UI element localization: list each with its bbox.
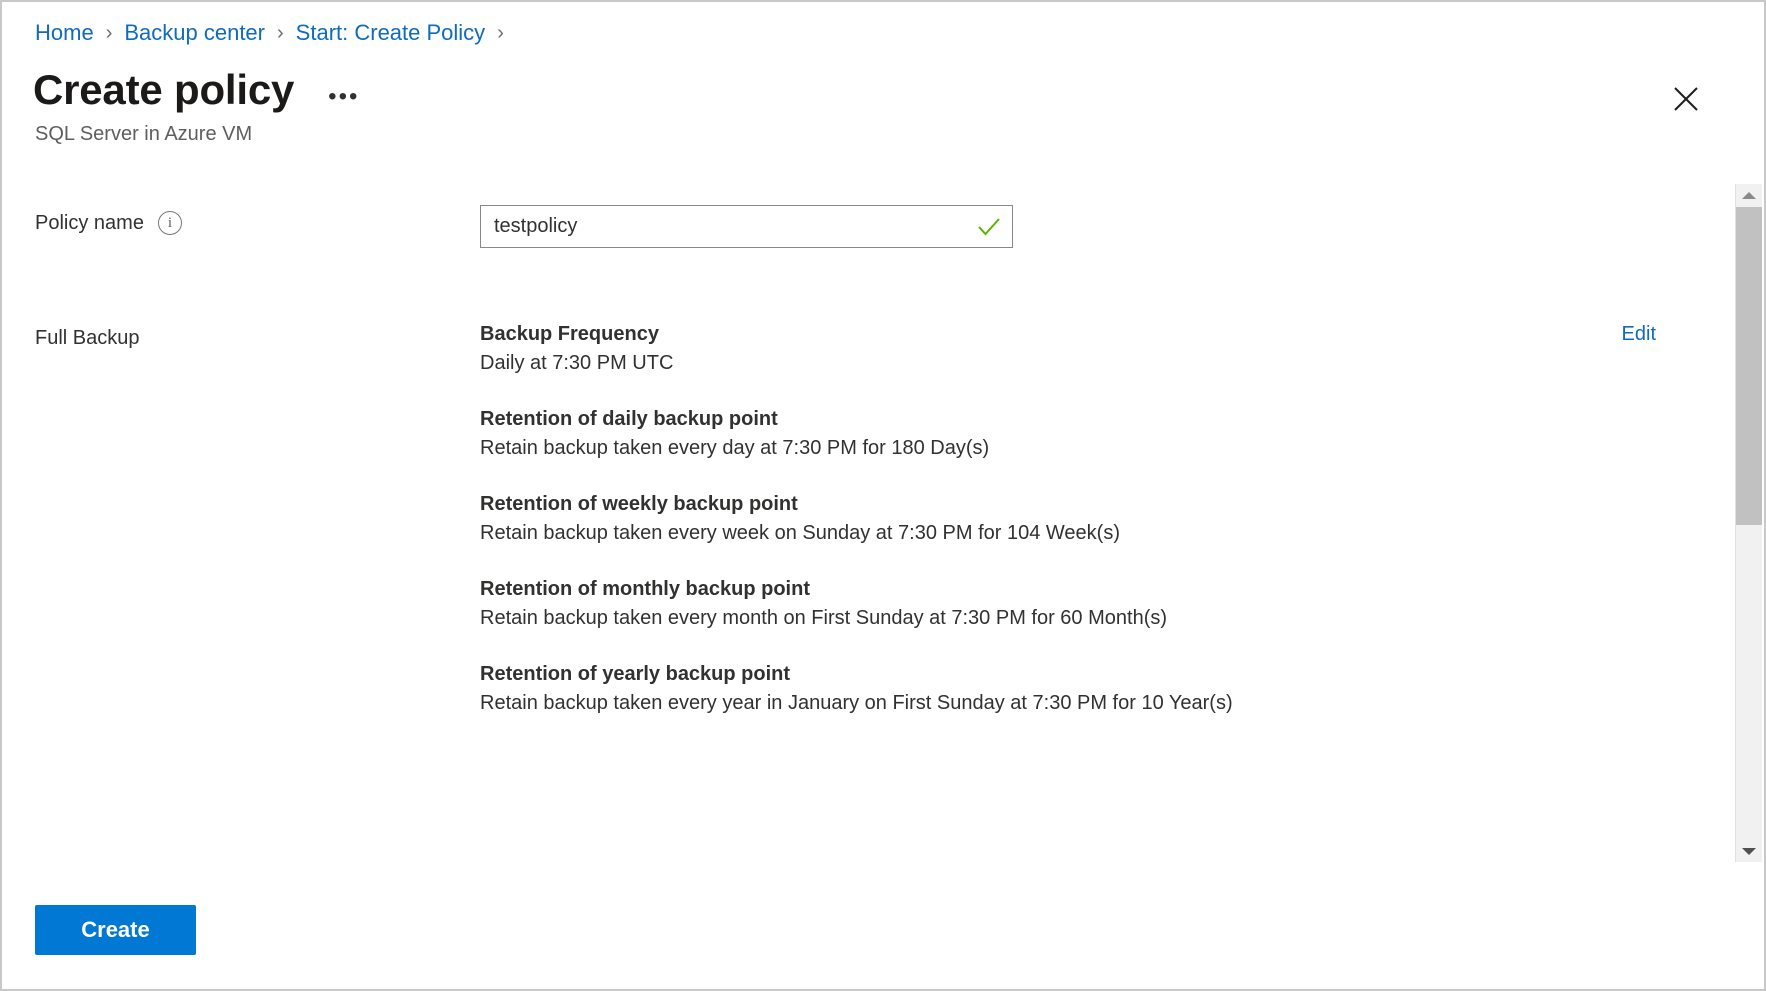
policy-name-input[interactable]: [481, 206, 1012, 247]
checkmark-icon: [978, 218, 1000, 236]
full-backup-label: Full Backup: [35, 320, 480, 351]
create-policy-blade: Home › Backup center › Start: Create Pol…: [0, 0, 1766, 991]
summary-item: Retention of weekly backup point Retain …: [480, 490, 1716, 548]
policy-name-label: Policy name: [35, 210, 144, 236]
summary-item: Retention of yearly backup point Retain …: [480, 660, 1716, 718]
summary-detail: Retain backup taken every year in Januar…: [480, 689, 1716, 718]
summary-heading: Backup Frequency: [480, 320, 1716, 349]
summary-item: Backup Frequency Daily at 7:30 PM UTC: [480, 320, 1716, 378]
breadcrumb: Home › Backup center › Start: Create Pol…: [35, 19, 516, 47]
summary-detail: Retain backup taken every day at 7:30 PM…: [480, 434, 1716, 463]
summary-item: Retention of daily backup point Retain b…: [480, 405, 1716, 463]
summary-heading: Retention of daily backup point: [480, 405, 1716, 434]
info-icon[interactable]: i: [158, 211, 182, 235]
vertical-scrollbar[interactable]: [1735, 184, 1762, 862]
close-button[interactable]: [1663, 76, 1709, 122]
close-icon: [1673, 86, 1699, 112]
page-title: Create policy: [33, 64, 294, 116]
breadcrumb-separator-icon: ›: [277, 19, 284, 47]
breadcrumb-separator-icon: ›: [106, 19, 113, 47]
scroll-up-button[interactable]: [1736, 184, 1762, 206]
policy-name-label-group: Policy name i: [35, 205, 480, 236]
page-subtitle: SQL Server in Azure VM: [35, 121, 252, 147]
blade-footer: Create: [4, 863, 1762, 987]
breadcrumb-item-home[interactable]: Home: [35, 19, 94, 47]
edit-full-backup-link[interactable]: Edit: [1622, 320, 1656, 349]
summary-item: Retention of monthly backup point Retain…: [480, 575, 1716, 633]
summary-detail: Retain backup taken every month on First…: [480, 604, 1716, 633]
create-button[interactable]: Create: [35, 905, 196, 955]
policy-name-row: Policy name i: [35, 205, 1716, 248]
title-row: Create policy •••: [33, 64, 359, 116]
summary-heading: Retention of yearly backup point: [480, 660, 1716, 689]
blade-content-scroll-area: Policy name i Full Backup Edit: [4, 165, 1762, 867]
summary-detail: Daily at 7:30 PM UTC: [480, 349, 1716, 378]
full-backup-row: Full Backup Edit Backup Frequency Daily …: [35, 320, 1716, 718]
chevron-down-icon: [1742, 848, 1756, 855]
summary-detail: Retain backup taken every week on Sunday…: [480, 519, 1716, 548]
full-backup-summary: Edit Backup Frequency Daily at 7:30 PM U…: [480, 320, 1716, 718]
breadcrumb-item-backup-center[interactable]: Backup center: [124, 19, 265, 47]
summary-heading: Retention of monthly backup point: [480, 575, 1716, 604]
breadcrumb-separator-icon: ›: [497, 19, 504, 47]
breadcrumb-item-start-create-policy[interactable]: Start: Create Policy: [296, 19, 486, 47]
more-options-icon[interactable]: •••: [328, 87, 359, 107]
scroll-down-button[interactable]: [1736, 840, 1762, 862]
chevron-up-icon: [1742, 192, 1756, 199]
scrollbar-thumb[interactable]: [1736, 207, 1762, 525]
summary-heading: Retention of weekly backup point: [480, 490, 1716, 519]
policy-name-field-wrapper[interactable]: [480, 205, 1013, 248]
